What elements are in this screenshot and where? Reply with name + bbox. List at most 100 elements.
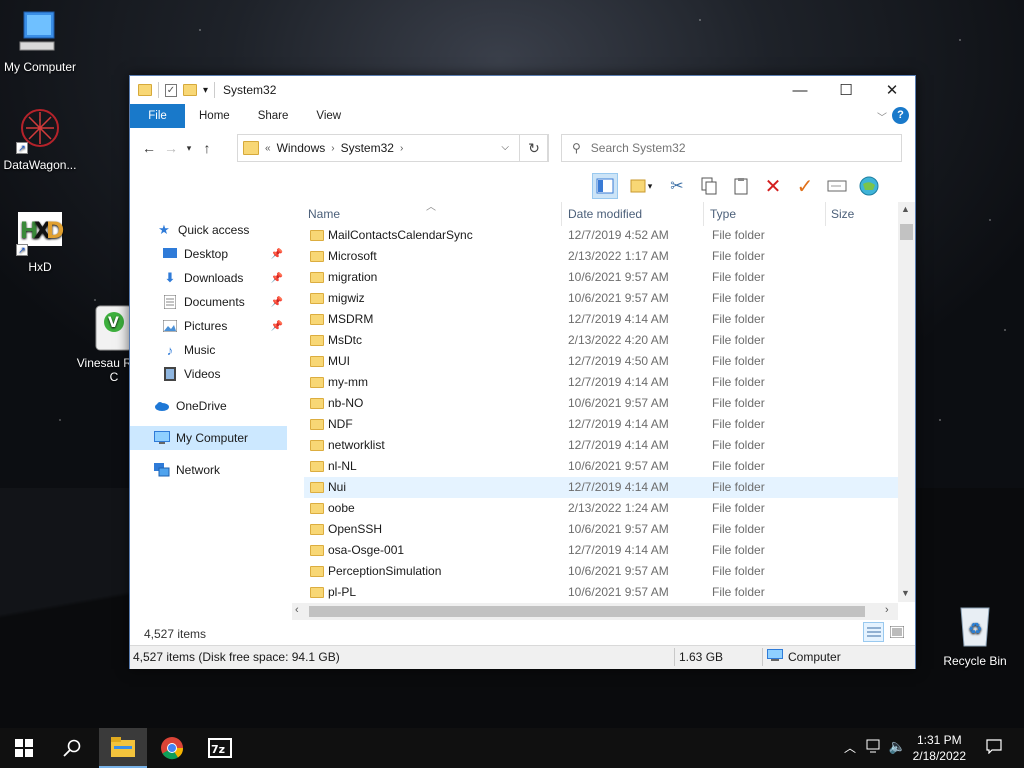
pin-icon[interactable]: 📌: [271, 273, 283, 284]
properties-icon[interactable]: ✓: [165, 83, 177, 97]
notifications-icon[interactable]: [986, 738, 1002, 757]
file-type: File folder: [712, 375, 765, 389]
tab-share[interactable]: Share: [244, 104, 303, 128]
taskbar-7zip[interactable]: 7z: [196, 728, 244, 768]
chevron-up-icon[interactable]: ︿: [844, 739, 856, 756]
chevron-down-icon[interactable]: ⌵: [501, 142, 509, 153]
explorer-window[interactable]: ✓ ▾ System32 — ☐ ✕ File Home Share View …: [129, 75, 916, 669]
scroll-up-icon[interactable]: ▲: [901, 204, 910, 214]
nav-item-downloads[interactable]: ⬇ Downloads 📌: [130, 266, 287, 290]
table-row[interactable]: nl-NL 10/6/2021 9:57 AM File folder: [304, 456, 900, 477]
clock[interactable]: 1:31 PM 2/18/2022: [913, 732, 966, 764]
details-view-button[interactable]: [863, 622, 884, 642]
desktop-icon-my-computer[interactable]: My Computer: [0, 8, 80, 74]
desktop-icon-label: HxD: [28, 260, 52, 274]
delete-icon[interactable]: ✕: [760, 173, 786, 199]
volume-icon[interactable]: 🔈: [889, 738, 906, 755]
table-row[interactable]: MsDtc 2/13/2022 4:20 AM File folder: [304, 330, 900, 351]
tab-file[interactable]: File: [130, 104, 185, 128]
nav-item-pictures[interactable]: Pictures 📌: [130, 314, 287, 338]
table-row[interactable]: Nui 12/7/2019 4:14 AM File folder: [304, 477, 900, 498]
table-row[interactable]: NDF 12/7/2019 4:14 AM File folder: [304, 414, 900, 435]
nav-item-network[interactable]: Network: [130, 458, 287, 482]
table-row[interactable]: OpenSSH 10/6/2021 9:57 AM File folder: [304, 519, 900, 540]
forward-button[interactable]: →: [160, 140, 182, 156]
desktop-icon-recycle-bin[interactable]: ♻ Recycle Bin: [935, 602, 1015, 668]
customize-qat-icon[interactable]: ▾: [203, 85, 208, 96]
search-box[interactable]: ⚲: [561, 134, 902, 162]
table-row[interactable]: migwiz 10/6/2021 9:57 AM File folder: [304, 288, 900, 309]
chevron-right-icon[interactable]: ›: [400, 143, 403, 154]
table-row[interactable]: nb-NO 10/6/2021 9:57 AM File folder: [304, 393, 900, 414]
taskbar-file-explorer[interactable]: [99, 728, 147, 768]
up-button[interactable]: ↑: [196, 140, 218, 156]
maximize-button[interactable]: ☐: [823, 76, 869, 104]
scroll-right-icon[interactable]: ›: [885, 604, 889, 616]
cut-icon[interactable]: ✂: [664, 173, 690, 199]
pin-icon[interactable]: 📌: [271, 249, 283, 260]
search-input[interactable]: [590, 141, 871, 155]
taskbar-chrome[interactable]: [148, 728, 196, 768]
column-type[interactable]: Type: [706, 202, 826, 226]
horizontal-scrollbar[interactable]: ‹ ›: [292, 603, 898, 620]
nav-item-my-computer[interactable]: My Computer: [130, 426, 287, 450]
table-row[interactable]: MSDRM 12/7/2019 4:14 AM File folder: [304, 309, 900, 330]
breadcrumb-overflow[interactable]: «: [265, 143, 271, 154]
nav-item-music[interactable]: ♪ Music: [130, 338, 287, 362]
scroll-thumb[interactable]: [309, 606, 865, 617]
new-folder-icon[interactable]: [183, 84, 197, 96]
vertical-scrollbar[interactable]: ▲ ▼: [898, 202, 915, 602]
back-button[interactable]: ←: [138, 140, 160, 156]
help-button[interactable]: ?: [892, 107, 909, 124]
scroll-down-icon[interactable]: ▼: [901, 588, 910, 598]
table-row[interactable]: Microsoft 2/13/2022 1:17 AM File folder: [304, 246, 900, 267]
breadcrumb-system32[interactable]: System32: [341, 141, 394, 155]
rename-icon[interactable]: [824, 173, 850, 199]
globe-icon[interactable]: [856, 173, 882, 199]
table-row[interactable]: osa-Osge-001 12/7/2019 4:14 AM File folder: [304, 540, 900, 561]
paste-icon[interactable]: [728, 173, 754, 199]
table-row[interactable]: migration 10/6/2021 9:57 AM File folder: [304, 267, 900, 288]
table-row[interactable]: MailContactsCalendarSync 12/7/2019 4:52 A…: [304, 225, 900, 246]
chevron-right-icon[interactable]: ›: [331, 143, 334, 154]
column-size[interactable]: Size: [827, 202, 897, 226]
table-row[interactable]: my-mm 12/7/2019 4:14 AM File folder: [304, 372, 900, 393]
scroll-left-icon[interactable]: ‹: [295, 604, 299, 616]
table-row[interactable]: PerceptionSimulation 10/6/2021 9:57 AM Fil…: [304, 561, 900, 582]
column-date-modified[interactable]: Date modified: [564, 202, 704, 226]
nav-item-desktop[interactable]: Desktop 📌: [130, 242, 287, 266]
start-button[interactable]: [0, 728, 48, 768]
table-row[interactable]: pl-PL 10/6/2021 9:57 AM File folder: [304, 582, 900, 603]
refresh-button[interactable]: ↻: [519, 134, 549, 162]
desktop-icon-datawagon[interactable]: ↗ DataWagon...: [0, 106, 80, 172]
expand-ribbon-icon[interactable]: ﹀: [877, 109, 887, 124]
tab-home[interactable]: Home: [185, 104, 244, 128]
scroll-thumb[interactable]: [900, 224, 913, 240]
large-icons-view-button[interactable]: [886, 622, 907, 642]
address-bar[interactable]: « Windows › System32 › ⌵: [237, 134, 548, 162]
table-row[interactable]: MUI 12/7/2019 4:50 AM File folder: [304, 351, 900, 372]
nav-item-documents[interactable]: Documents 📌: [130, 290, 287, 314]
breadcrumb-windows[interactable]: Windows: [277, 141, 326, 155]
nav-item-quick-access[interactable]: ★ Quick access: [130, 218, 287, 242]
nav-item-videos[interactable]: Videos: [130, 362, 287, 386]
title-bar[interactable]: ✓ ▾ System32 — ☐ ✕: [130, 76, 915, 104]
close-button[interactable]: ✕: [869, 76, 915, 104]
tab-view[interactable]: View: [302, 104, 355, 128]
pin-icon[interactable]: 📌: [271, 321, 283, 332]
network-tray-icon[interactable]: [866, 739, 882, 756]
copy-icon[interactable]: [696, 173, 722, 199]
nav-item-onedrive[interactable]: OneDrive: [130, 394, 287, 418]
preview-pane-button[interactable]: [592, 173, 618, 199]
table-row[interactable]: oobe 2/13/2022 1:24 AM File folder: [304, 498, 900, 519]
table-row[interactable]: networklist 12/7/2019 4:14 AM File folder: [304, 435, 900, 456]
column-name[interactable]: Name: [304, 202, 562, 226]
recent-locations-button[interactable]: ▾: [182, 143, 196, 154]
minimize-button[interactable]: —: [777, 76, 823, 104]
file-date: 10/6/2021 9:57 AM: [568, 459, 669, 473]
search-icon[interactable]: [48, 728, 96, 768]
checkmark-icon[interactable]: ✓: [792, 173, 818, 199]
pin-icon[interactable]: 📌: [271, 297, 283, 308]
views-button[interactable]: ▾: [624, 173, 658, 199]
desktop-icon-hxd[interactable]: HXD ↗ HxD: [0, 208, 80, 274]
